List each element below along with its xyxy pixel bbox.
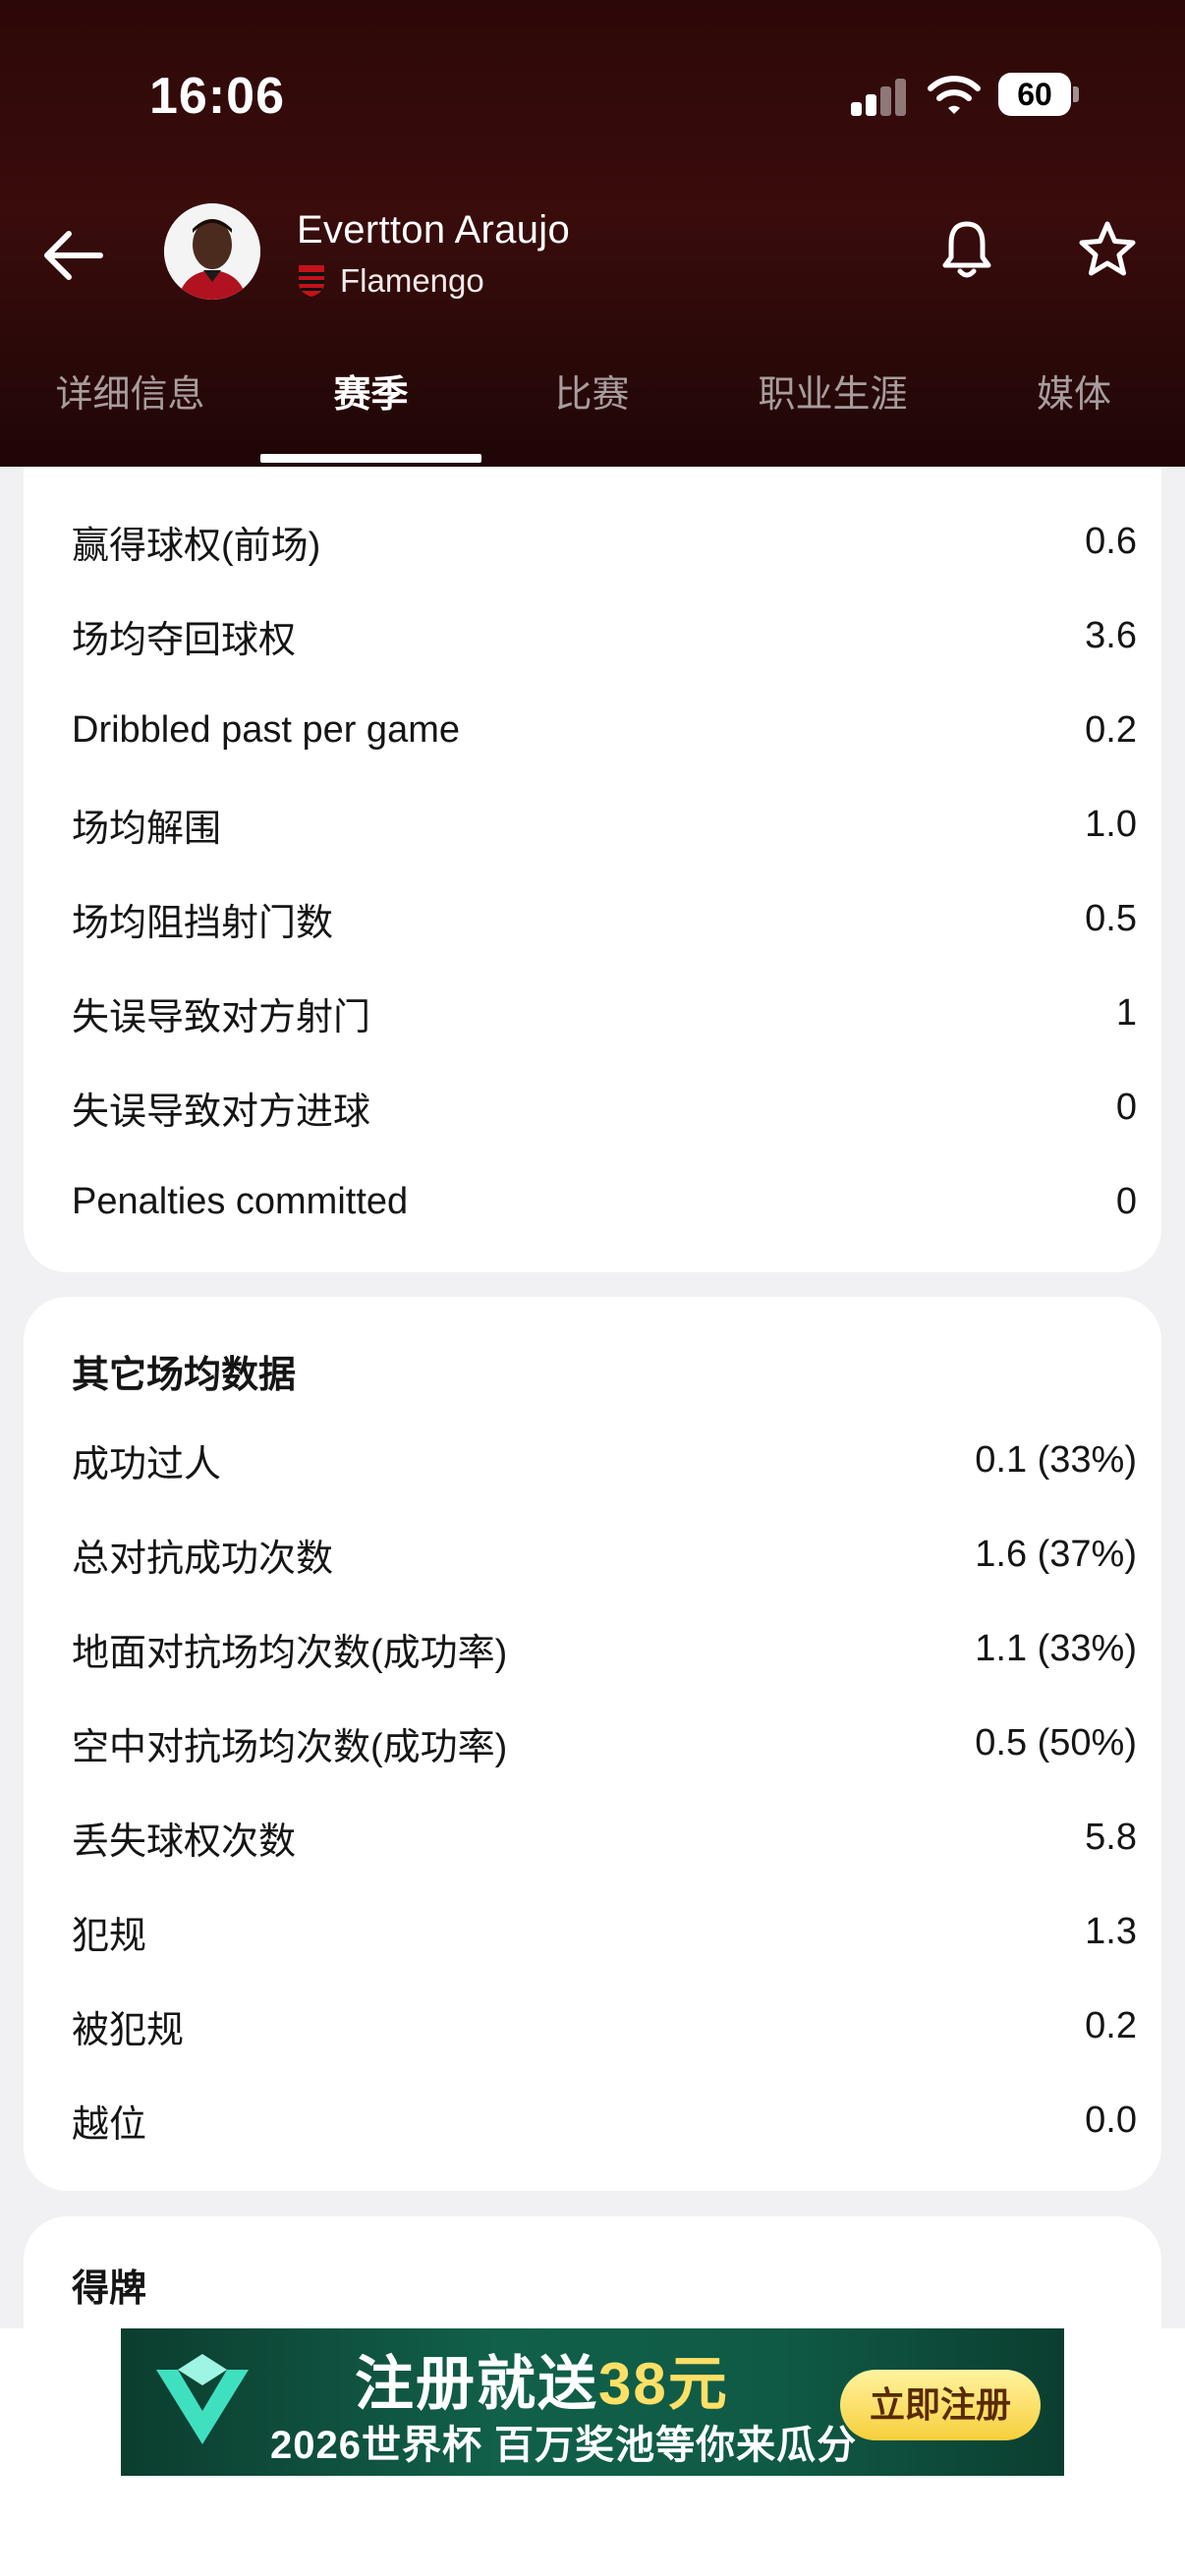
card-title: 得牌 [72, 2268, 147, 2310]
stat-value: 0.5 [1085, 897, 1137, 939]
battery-indicator: 60 [998, 73, 1079, 116]
status-bar: 16:06 60 [0, 0, 1185, 187]
stat-value: 0.5 (50%) [975, 1721, 1137, 1764]
stat-row: 场均阻挡射门数 0.5 [72, 871, 1137, 966]
stat-value: 1 [1115, 991, 1137, 1034]
stat-label: 被犯规 [72, 2009, 185, 2051]
stat-row: Penalties committed 0 [72, 1154, 1137, 1249]
stat-value: 3.6 [1085, 614, 1137, 656]
stat-label: 成功过人 [72, 1443, 222, 1485]
stat-value: 1.1 (33%) [975, 1627, 1137, 1669]
player-avatar [164, 203, 260, 300]
tab-season[interactable]: 赛季 [260, 364, 481, 467]
stat-label: 场均解围 [72, 808, 222, 850]
stat-row: 失误导致对方进球 0 [72, 1060, 1137, 1154]
stat-row: 失误导致对方射门 1 [72, 966, 1137, 1060]
card-title: 其它场均数据 [72, 1355, 297, 1396]
notification-button[interactable] [939, 218, 994, 281]
tab-career[interactable]: 职业生涯 [703, 364, 963, 467]
app-root: 16:06 60 Evertton Araujo Flamengo 详细信息 赛… [0, 0, 1185, 2576]
stat-value: 1.6 (37%) [975, 1533, 1137, 1575]
stat-label: 丢失球权次数 [72, 1820, 297, 1863]
stat-value: 5.8 [1085, 1816, 1137, 1858]
stat-label: 失误导致对方射门 [72, 996, 371, 1038]
stat-row: 场均夺回球权 3.6 [72, 588, 1137, 683]
stat-value: 0 [1115, 1180, 1137, 1222]
stat-row: 被犯规 0.2 [72, 1979, 1137, 2073]
stat-value: 0.0 [1085, 2099, 1137, 2141]
stat-value: 1.0 [1085, 803, 1137, 845]
tab-details[interactable]: 详细信息 [0, 364, 260, 467]
cellular-signal-icon [851, 79, 908, 116]
stat-row: 丢失球权次数 5.8 [72, 1790, 1137, 1884]
star-icon [1079, 221, 1136, 276]
stat-value: 0.2 [1085, 708, 1137, 751]
team-row[interactable]: Flamengo [297, 261, 484, 301]
stat-row: Dribbled past per game 0.2 [72, 683, 1137, 777]
bell-icon [942, 221, 991, 278]
ad-title-prefix: 注册就送 [355, 2351, 598, 2417]
player-nav-row: Evertton Araujo Flamengo [0, 196, 1185, 314]
back-button[interactable] [39, 226, 110, 285]
stat-value: 0.6 [1085, 520, 1137, 562]
stat-row: 地面对抗场均次数(成功率) 1.1 (33%) [72, 1601, 1137, 1696]
stat-label: 场均阻挡射门数 [72, 902, 334, 944]
active-tab-indicator [260, 454, 481, 463]
status-time: 16:06 [149, 68, 285, 125]
tab-bar: 详细信息 赛季 比赛 职业生涯 媒体 [0, 364, 1185, 467]
tab-matches[interactable]: 比赛 [481, 364, 703, 467]
stat-value: 0 [1115, 1086, 1137, 1128]
tab-media[interactable]: 媒体 [963, 364, 1185, 467]
stat-label: 场均夺回球权 [72, 619, 297, 661]
ad-area: 注册就送38元 2026世界杯 百万奖池等你来瓜分 立即注册 [0, 2328, 1185, 2576]
other-stats-card: 其它场均数据 成功过人 0.1 (33%) 总对抗成功次数 1.6 (37%) … [24, 1297, 1161, 2191]
stat-row: 犯规 1.3 [72, 1884, 1137, 1979]
stat-label: Dribbled past per game [72, 708, 460, 751]
stat-row: 总对抗成功次数 1.6 (37%) [72, 1507, 1137, 1601]
player-header: 16:06 60 Evertton Araujo Flamengo 详细信息 赛… [0, 0, 1185, 467]
stat-label: 总对抗成功次数 [72, 1538, 334, 1580]
stat-row: 成功过人 0.1 (33%) [72, 1413, 1137, 1507]
ad-register-button[interactable]: 立即注册 [840, 2370, 1041, 2440]
brand-logo-icon [156, 2354, 249, 2444]
stat-row: 越位 0.0 [72, 2073, 1137, 2167]
stat-label: 地面对抗场均次数(成功率) [72, 1632, 508, 1674]
stat-label: 越位 [72, 2103, 147, 2146]
stat-label: Penalties committed [72, 1180, 409, 1222]
ad-title-amount: 38元 [598, 2351, 729, 2417]
ad-subtitle: 2026世界杯 百万奖池等你来瓜分 [270, 2424, 858, 2467]
stat-label: 赢得球权(前场) [72, 525, 321, 567]
stat-value: 1.3 [1085, 1910, 1137, 1952]
wifi-icon [928, 75, 981, 116]
ad-banner[interactable]: 注册就送38元 2026世界杯 百万奖池等你来瓜分 立即注册 [121, 2328, 1064, 2476]
player-name: Evertton Araujo [297, 208, 570, 252]
stat-row: 赢得球权(前场) 0.6 [72, 494, 1137, 588]
stat-row: 场均解围 1.0 [72, 777, 1137, 871]
stat-label: 失误导致对方进球 [72, 1091, 371, 1133]
stat-value: 0.1 (33%) [975, 1438, 1137, 1481]
ad-title: 注册就送38元 [355, 2336, 729, 2422]
stat-value: 0.2 [1085, 2004, 1137, 2046]
team-name: Flamengo [340, 262, 484, 299]
team-crest-icon [299, 265, 324, 297]
stat-row: 空中对抗场均次数(成功率) 0.5 (50%) [72, 1696, 1137, 1790]
stat-label: 犯规 [72, 1915, 147, 1957]
stat-label: 空中对抗场均次数(成功率) [72, 1726, 508, 1768]
favorite-button[interactable] [1077, 220, 1138, 279]
defense-stats-card: 赢得球权(前场) 0.6 场均夺回球权 3.6 Dribbled past pe… [24, 467, 1161, 1272]
arrow-left-icon [44, 231, 103, 280]
battery-level: 60 [998, 73, 1071, 116]
